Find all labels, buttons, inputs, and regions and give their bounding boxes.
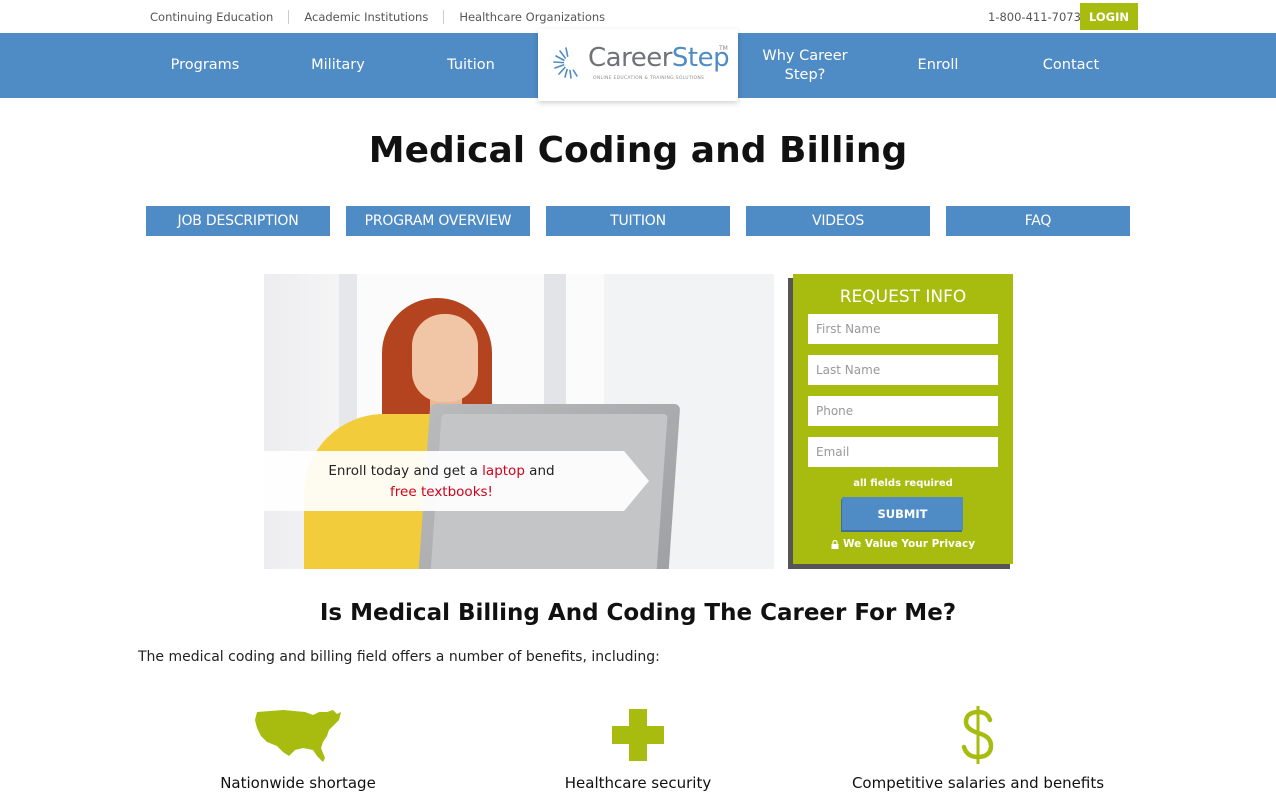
promo-banner: Enroll today and get a laptop and free t… [264, 451, 649, 511]
request-info-form: REQUEST INFO all fields required SUBMIT … [793, 274, 1013, 564]
phone-field[interactable] [808, 396, 998, 426]
tab-tuition[interactable]: TUITION [546, 206, 730, 236]
promo-textbooks-highlight: free textbooks! [390, 484, 493, 500]
required-note: all fields required [853, 478, 953, 489]
logo-trademark: TM [719, 45, 728, 52]
phone-number[interactable]: 1-800-411-7073 [988, 10, 1081, 24]
promo-laptop-highlight: laptop [482, 463, 525, 479]
nav-programs[interactable]: Programs [150, 33, 260, 98]
form-title: REQUEST INFO [839, 287, 967, 307]
sunburst-logo-icon [553, 47, 578, 79]
academic-institutions-link[interactable]: Academic Institutions [304, 10, 428, 24]
promo-text: Enroll today and get a laptop and free t… [264, 461, 619, 503]
nav-enroll[interactable]: Enroll [883, 33, 993, 98]
benefit-competitive-salaries: Competitive salaries and benefits [828, 700, 1128, 792]
benefit-label: Competitive salaries and benefits [851, 774, 1105, 792]
nav-contact[interactable]: Contact [1016, 33, 1126, 98]
benefit-label: Nationwide shortage [220, 774, 376, 792]
usa-map-icon [148, 700, 448, 770]
audience-links: Continuing Education Academic Institutio… [150, 10, 605, 24]
benefit-nationwide-shortage: Nationwide shortage [148, 700, 448, 792]
tab-job-description[interactable]: JOB DESCRIPTION [146, 206, 330, 236]
divider [288, 10, 290, 24]
lock-icon [831, 539, 839, 549]
benefit-label: Healthcare security [564, 774, 712, 792]
promo-line1-text: Enroll today and get a [328, 463, 483, 479]
privacy-label: We Value Your Privacy [842, 538, 976, 550]
section-title: Is Medical Billing And Coding The Career… [319, 600, 957, 626]
promo-line1-suffix: and [524, 463, 555, 479]
submit-button[interactable]: SUBMIT [842, 497, 963, 530]
divider [443, 10, 445, 24]
privacy-link[interactable]: We Value Your Privacy [793, 538, 1013, 550]
email-field[interactable] [808, 437, 998, 467]
dollar-sign-icon [828, 700, 1128, 770]
hero-image [264, 274, 774, 569]
first-name-field[interactable] [808, 314, 998, 344]
page-title: Medical Coding and Billing [368, 130, 908, 171]
section-intro: The medical coding and billing field off… [138, 649, 660, 665]
nav-tuition[interactable]: Tuition [416, 33, 526, 98]
tab-videos[interactable]: VIDEOS [746, 206, 930, 236]
plus-cross-icon [488, 700, 788, 770]
tab-faq[interactable]: FAQ [946, 206, 1130, 236]
tab-program-overview[interactable]: PROGRAM OVERVIEW [346, 206, 530, 236]
login-button[interactable]: LOGIN [1080, 3, 1138, 30]
logo-wordmark: CareerStep [588, 43, 730, 73]
continuing-education-link[interactable]: Continuing Education [150, 10, 273, 24]
nav-military[interactable]: Military [283, 33, 393, 98]
logo-career-text: Career [588, 43, 672, 73]
hero-woman-face [412, 314, 478, 402]
healthcare-organizations-link[interactable]: Healthcare Organizations [459, 10, 605, 24]
careerstep-logo[interactable]: CareerStep TM ONLINE EDUCATION & TRAININ… [538, 29, 738, 101]
benefit-healthcare-security: Healthcare security [488, 700, 788, 792]
nav-why-career-step[interactable]: Why Career Step? [760, 33, 850, 98]
logo-tagline: ONLINE EDUCATION & TRAINING SOLUTIONS [593, 76, 705, 81]
last-name-field[interactable] [808, 355, 998, 385]
